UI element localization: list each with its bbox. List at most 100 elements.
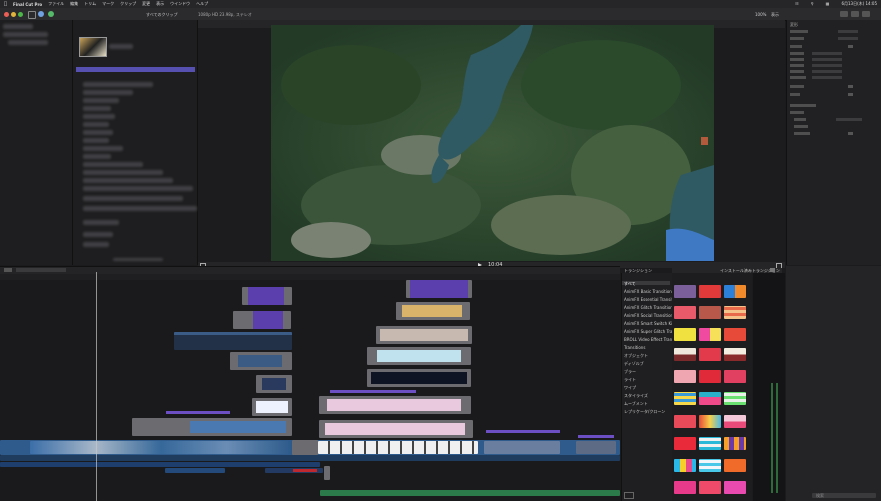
transition-thumbnail[interactable] [724, 306, 746, 319]
menu-file[interactable]: ファイル [48, 1, 64, 7]
timeline-clip[interactable] [132, 418, 292, 436]
audio-clip[interactable] [0, 462, 320, 467]
timeline-clip[interactable] [406, 280, 472, 298]
transition-thumbnail[interactable] [724, 459, 746, 472]
control-center-icon[interactable]: ▦ [826, 1, 830, 7]
transition-thumbnail[interactable] [674, 459, 696, 472]
transition-thumbnail[interactable] [724, 348, 746, 361]
keyword-icon[interactable] [38, 11, 44, 17]
timeline-clip[interactable] [484, 441, 560, 454]
zoom-window-button[interactable] [18, 12, 23, 17]
timeline-clip[interactable] [174, 332, 292, 350]
menu-help[interactable]: ヘルプ [196, 1, 208, 7]
music-clip[interactable] [320, 490, 620, 496]
view-menu[interactable]: 表示 [771, 12, 779, 18]
category-item[interactable]: ブラー [624, 369, 636, 375]
zoom-level[interactable]: 100% [755, 12, 766, 17]
menu-view[interactable]: 表示 [156, 1, 164, 7]
transition-thumbnail[interactable] [724, 370, 746, 383]
menu-modify[interactable]: 変更 [142, 1, 150, 7]
category-item[interactable]: AnimFX Glitch Transitions [624, 305, 675, 310]
transition-thumbnail[interactable] [699, 370, 721, 383]
menu-clip[interactable]: クリップ [120, 1, 136, 7]
category-item[interactable]: オブジェクト [624, 353, 648, 359]
transition-thumbnail[interactable] [674, 348, 696, 361]
timeline-clip[interactable] [30, 441, 292, 454]
timeline-clip[interactable] [576, 441, 616, 454]
playhead[interactable] [96, 272, 97, 501]
timeline-clip[interactable] [396, 302, 470, 320]
settings-icon[interactable] [624, 492, 634, 499]
transition-thumbnail[interactable] [674, 328, 696, 341]
timeline-clip[interactable] [233, 311, 291, 329]
inspector-toggle-icon[interactable] [851, 11, 859, 17]
transition-thumbnail[interactable] [699, 392, 721, 405]
selected-browser-row[interactable] [76, 67, 195, 72]
category-item[interactable]: ディゾルブ [624, 361, 644, 367]
transition-thumbnail[interactable] [699, 285, 721, 298]
timeline-clip[interactable] [318, 441, 478, 454]
title-lane[interactable] [486, 430, 560, 433]
transition-thumbnail[interactable] [674, 481, 696, 494]
timeline-clip[interactable] [230, 352, 292, 370]
category-item[interactable]: レプリケータ/クローン [624, 409, 665, 415]
title-lane[interactable] [578, 435, 614, 438]
search-icon[interactable]: ⚲ [811, 1, 814, 7]
timeline-clip[interactable] [256, 375, 292, 393]
category-item[interactable]: すべて [624, 281, 636, 287]
category-item[interactable]: ワイプ [624, 385, 636, 391]
transition-thumbnail[interactable] [724, 392, 746, 405]
transitions-view-icon[interactable] [770, 268, 775, 272]
transition-marker[interactable] [292, 440, 318, 455]
transition-thumbnail[interactable] [699, 328, 721, 341]
import-icon[interactable] [28, 11, 36, 19]
category-item[interactable]: スタイライズ [624, 393, 648, 399]
transition-thumbnail[interactable] [699, 459, 721, 472]
wifi-icon[interactable]: ☷ [795, 1, 799, 7]
layout-icon[interactable] [840, 11, 848, 17]
title-lane[interactable] [166, 411, 230, 414]
transition-thumbnail[interactable] [724, 481, 746, 494]
title-lane[interactable] [330, 390, 416, 393]
menu-trim[interactable]: トリム [84, 1, 96, 7]
transition-thumbnail[interactable] [724, 437, 746, 450]
clip-thumbnail[interactable] [79, 37, 107, 57]
category-item[interactable]: AnimFX Social Transitions [624, 313, 675, 318]
transition-thumbnail[interactable] [724, 328, 746, 341]
close-window-button[interactable] [4, 12, 9, 17]
menu-mark[interactable]: マーク [102, 1, 114, 7]
timeline-clip[interactable] [242, 287, 292, 305]
timeline-clip[interactable] [376, 326, 472, 344]
audio-clip[interactable] [265, 468, 323, 473]
minimize-window-button[interactable] [11, 12, 16, 17]
audio-waveform[interactable] [0, 455, 620, 461]
timeline-tools[interactable] [16, 268, 66, 272]
timeline-clip[interactable] [319, 396, 471, 414]
transition-thumbnail[interactable] [674, 370, 696, 383]
transition-thumbnail[interactable] [674, 392, 696, 405]
transition-thumbnail[interactable] [699, 437, 721, 450]
transition-thumbnail[interactable] [699, 481, 721, 494]
category-item[interactable]: ライト [624, 377, 636, 383]
menu-window[interactable]: ウインドウ [170, 1, 190, 7]
category-item[interactable]: ムーブメント [624, 401, 648, 407]
background-task-icon[interactable] [48, 11, 54, 17]
transition-thumbnail[interactable] [724, 415, 746, 428]
audio-clip[interactable] [165, 468, 225, 473]
timeline-clip[interactable] [367, 369, 471, 387]
transition-thumbnail[interactable] [699, 348, 721, 361]
category-item[interactable]: Transitions [624, 345, 645, 350]
timeline-clip[interactable] [319, 420, 473, 438]
transition-thumbnail[interactable] [724, 285, 746, 298]
gap-clip[interactable] [324, 466, 330, 480]
transition-thumbnail[interactable] [699, 415, 721, 428]
browser-filter[interactable]: すべてのクリップ [146, 12, 178, 18]
apple-icon[interactable]:  [4, 1, 7, 7]
event-browser[interactable] [73, 20, 198, 265]
app-menu[interactable]: Final Cut Pro [13, 2, 42, 7]
menu-edit[interactable]: 編集 [70, 1, 78, 7]
category-item[interactable]: AnimFX Smart Switch Kit [624, 321, 674, 326]
timeline-clip[interactable] [252, 398, 292, 416]
timeline-index-icon[interactable] [4, 268, 12, 272]
transition-thumbnail[interactable] [674, 285, 696, 298]
